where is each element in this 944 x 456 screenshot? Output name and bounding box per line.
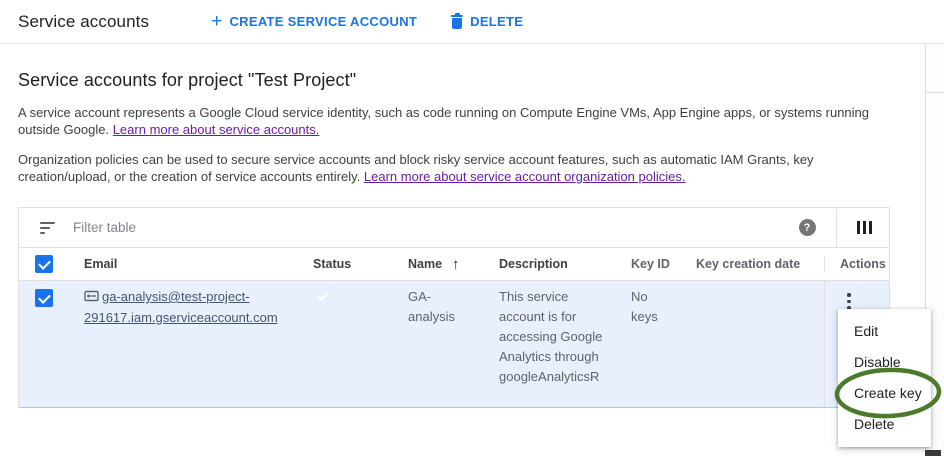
select-all-cell <box>19 255 66 273</box>
section-heading: Service accounts for project "Test Proje… <box>18 70 926 91</box>
help-icon[interactable]: ? <box>799 219 816 236</box>
table-header-row: Email Status Name ↑ Description Key ID K… <box>19 248 889 280</box>
column-header-actions: Actions <box>824 257 889 271</box>
more-actions-icon[interactable] <box>847 293 851 310</box>
org-policy-paragraph: Organization policies can be used to sec… <box>18 151 896 185</box>
create-service-account-button[interactable]: + CREATE SERVICE ACCOUNT <box>211 14 417 29</box>
row-status-cell <box>295 281 390 407</box>
sort-ascending-icon: ↑ <box>452 256 460 273</box>
column-display-icon[interactable] <box>857 221 873 234</box>
delete-button[interactable]: DELETE <box>451 14 523 29</box>
select-all-checkbox[interactable] <box>35 255 53 273</box>
scrollbar-thumb[interactable] <box>925 450 941 456</box>
menu-item-disable[interactable]: Disable <box>838 347 931 378</box>
actions-context-menu: Edit Disable Create key Delete <box>838 309 931 447</box>
column-header-name-label: Name <box>408 257 442 271</box>
create-service-account-label: CREATE SERVICE ACCOUNT <box>229 14 417 29</box>
row-email-cell: ga-analysis@test-project-291617.iam.gser… <box>66 281 295 407</box>
row-checkbox[interactable] <box>35 289 53 307</box>
service-account-icon <box>84 288 99 308</box>
intro-paragraph: A service account represents a Google Cl… <box>18 104 896 138</box>
filter-bar: ? <box>19 208 889 248</box>
filter-table-input[interactable] <box>73 220 799 235</box>
row-description-cell: This service account is for accessing Go… <box>481 281 613 407</box>
menu-item-edit[interactable]: Edit <box>838 316 931 347</box>
service-accounts-table: ? Email Status Name ↑ Description Key ID… <box>18 207 890 408</box>
column-header-key-creation-date[interactable]: Key creation date <box>678 257 824 271</box>
page-title: Service accounts <box>18 12 149 32</box>
trash-icon <box>451 15 463 29</box>
filter-icon <box>40 222 55 234</box>
column-header-name[interactable]: Name ↑ <box>390 256 481 273</box>
column-header-email[interactable]: Email <box>66 257 295 271</box>
menu-item-delete[interactable]: Delete <box>838 409 931 440</box>
service-account-email-link[interactable]: ga-analysis@test-project-291617.iam.gser… <box>84 287 296 328</box>
column-header-key-id[interactable]: Key ID <box>613 257 678 271</box>
menu-item-create-key[interactable]: Create key <box>838 378 931 409</box>
service-account-name: GA-analysis <box>408 287 464 327</box>
learn-more-org-policies-link[interactable]: Learn more about service account organiz… <box>364 169 686 184</box>
row-select-cell <box>19 281 66 407</box>
main-content: Service accounts for project "Test Proje… <box>0 70 944 408</box>
row-key-id-cell: No keys <box>613 281 678 407</box>
column-header-description[interactable]: Description <box>481 257 613 271</box>
filter-bar-divider <box>836 209 837 247</box>
plus-icon: + <box>211 15 222 29</box>
row-key-creation-date-cell <box>678 281 824 407</box>
table-row[interactable]: ga-analysis@test-project-291617.iam.gser… <box>19 280 889 408</box>
key-id-value: No keys <box>631 287 675 327</box>
column-header-status[interactable]: Status <box>295 257 390 271</box>
learn-more-service-accounts-link[interactable]: Learn more about service accounts. <box>113 122 320 137</box>
service-account-email: ga-analysis@test-project-291617.iam.gser… <box>84 289 278 325</box>
service-account-description: This service account is for accessing Go… <box>499 287 605 387</box>
page-header: Service accounts + CREATE SERVICE ACCOUN… <box>0 0 944 44</box>
delete-label: DELETE <box>470 14 523 29</box>
row-name-cell: GA-analysis <box>390 281 481 407</box>
